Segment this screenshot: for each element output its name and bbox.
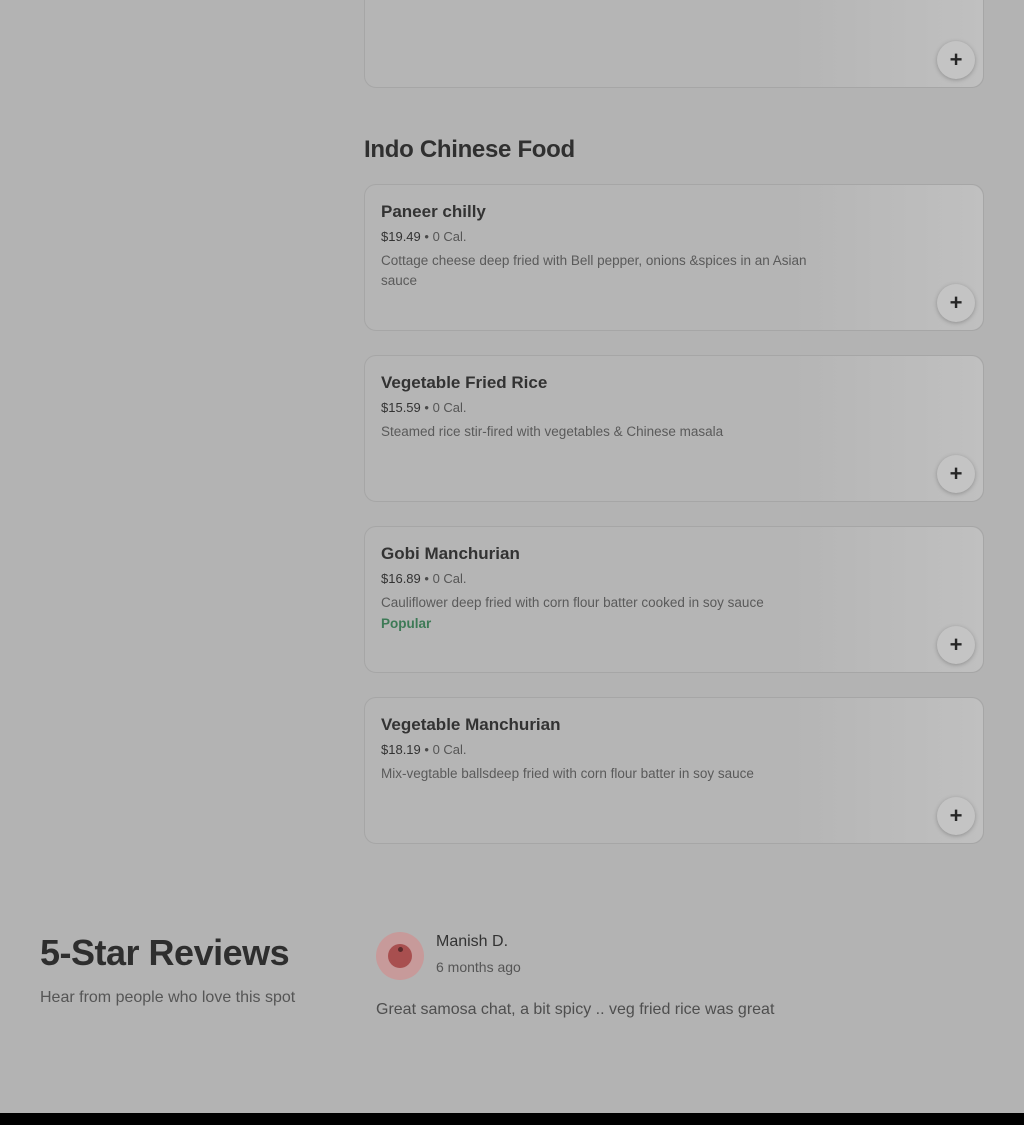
item-price: $19.49 [381, 229, 421, 244]
reviews-subtitle: Hear from people who love this spot [40, 989, 296, 1006]
item-name: Gobi Manchurian [381, 544, 520, 563]
menu-item-card[interactable]: Vegetable Manchurian $18.19 • 0 Cal. Mix… [364, 697, 984, 844]
item-calories: 0 Cal. [432, 571, 467, 586]
plus-icon: + [949, 290, 963, 315]
item-calories: 0 Cal. [432, 400, 467, 415]
item-description: Mix-vegtable ballsdeep fried with corn f… [381, 766, 754, 781]
add-item-button[interactable]: + [937, 41, 975, 79]
item-name: Paneer chilly [381, 202, 486, 221]
plus-icon: + [949, 803, 963, 828]
item-calories: 0 Cal. [432, 742, 467, 757]
item-description: Cottage cheese deep fried with Bell pepp… [381, 253, 807, 288]
section-title: Indo Chinese Food [364, 136, 575, 163]
plus-icon: + [949, 461, 963, 486]
popular-badge: Popular [381, 616, 432, 631]
item-price: $15.59 [381, 400, 421, 415]
footer-bar [0, 1113, 1024, 1125]
meta-separator: • [424, 400, 429, 415]
item-description: Steamed rice stir-fired with vegetables … [381, 424, 724, 439]
item-price: $16.89 [381, 571, 421, 586]
menu-item-card[interactable]: Vegetable Fried Rice $15.59 • 0 Cal. Ste… [364, 355, 984, 502]
avatar-icon [388, 944, 412, 968]
reviews-title: 5-Star Reviews [40, 932, 290, 973]
add-item-button[interactable]: + [937, 626, 975, 664]
item-price: $18.19 [381, 742, 421, 757]
menu-item-card[interactable]: Gobi Manchurian $16.89 • 0 Cal. Cauliflo… [364, 526, 984, 673]
item-name: Vegetable Fried Rice [381, 373, 548, 392]
menu-item-card-previous[interactable]: + [364, 0, 984, 88]
meta-separator: • [424, 229, 429, 244]
reviewer-name: Manish D. [436, 933, 509, 950]
user-avatar [376, 932, 424, 980]
item-calories: 0 Cal. [432, 229, 467, 244]
item-description: Cauliflower deep fried with corn flour b… [381, 595, 764, 610]
review-timestamp: 6 months ago [436, 959, 521, 975]
menu-item-card[interactable]: Paneer chilly $19.49 • 0 Cal. Cottage ch… [364, 184, 984, 331]
meta-separator: • [424, 571, 429, 586]
item-meta: $19.49 • 0 Cal. [381, 229, 467, 244]
item-name: Vegetable Manchurian [381, 715, 561, 734]
add-item-button[interactable]: + [937, 797, 975, 835]
item-meta: $16.89 • 0 Cal. [381, 571, 467, 586]
plus-icon: + [949, 632, 963, 657]
item-meta: $18.19 • 0 Cal. [381, 742, 467, 757]
add-item-button[interactable]: + [937, 455, 975, 493]
plus-icon: + [949, 47, 963, 72]
item-meta: $15.59 • 0 Cal. [381, 400, 467, 415]
review-text: Great samosa chat, a bit spicy .. veg fr… [376, 1001, 775, 1018]
meta-separator: • [424, 742, 429, 757]
add-item-button[interactable]: + [937, 284, 975, 322]
